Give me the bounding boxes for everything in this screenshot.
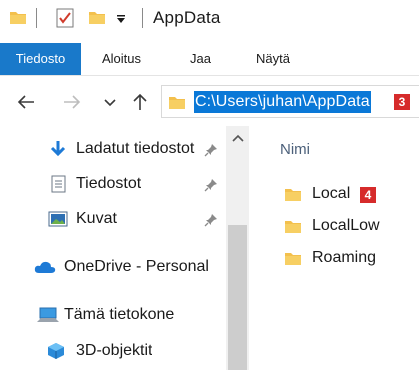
folder-icon bbox=[285, 253, 301, 265]
file-name: LocalLow bbox=[312, 217, 380, 234]
sidebar-item-this-pc[interactable]: Tämä tietokone bbox=[0, 300, 226, 330]
documents-icon bbox=[51, 175, 66, 193]
folder-icon bbox=[285, 221, 301, 233]
onedrive-cloud-icon bbox=[34, 261, 56, 273]
address-path[interactable]: C:\Users\juhan\AppData bbox=[194, 91, 371, 113]
title-bar: AppData bbox=[0, 0, 419, 38]
list-item[interactable]: Local 4 bbox=[280, 182, 419, 208]
annotation-badge: 3 bbox=[394, 94, 410, 110]
sidebar-item-label: Kuvat bbox=[76, 210, 117, 227]
3d-objects-icon bbox=[48, 343, 64, 359]
back-arrow-icon[interactable] bbox=[14, 90, 38, 114]
tab-share[interactable]: Jaa bbox=[180, 43, 221, 75]
sidebar-item-documents[interactable]: Tiedostot bbox=[0, 169, 226, 199]
pin-icon[interactable] bbox=[204, 178, 218, 192]
annotation-badge: 4 bbox=[360, 187, 376, 203]
sidebar-item-label: OneDrive - Personal bbox=[64, 258, 209, 275]
computer-icon bbox=[37, 307, 59, 322]
file-list: Nimi Local 4 LocalLow Roaming bbox=[250, 126, 419, 370]
toolbar-separator bbox=[36, 8, 37, 28]
customize-toolbar-icon[interactable] bbox=[115, 13, 127, 25]
sidebar-scrollbar[interactable] bbox=[226, 126, 249, 370]
forward-arrow-icon[interactable] bbox=[60, 90, 84, 114]
file-name: Roaming bbox=[312, 249, 377, 266]
sidebar-item-3d-objects[interactable]: 3D-objektit bbox=[0, 336, 226, 366]
window-title: AppData bbox=[153, 8, 221, 27]
sidebar-item-downloads[interactable]: Ladatut tiedostot bbox=[0, 134, 226, 164]
folder-icon bbox=[285, 189, 301, 201]
chevron-up-icon[interactable] bbox=[232, 133, 244, 143]
navigation-pane: Ladatut tiedostot Tiedostot Kuvat OneDri… bbox=[0, 126, 250, 370]
tab-view[interactable]: Näytä bbox=[246, 43, 300, 75]
properties-icon[interactable] bbox=[56, 8, 74, 28]
download-arrow-icon bbox=[50, 141, 66, 157]
pin-icon[interactable] bbox=[204, 143, 218, 157]
tab-file[interactable]: Tiedosto bbox=[0, 43, 81, 75]
new-folder-icon[interactable] bbox=[88, 9, 106, 25]
tab-home[interactable]: Aloitus bbox=[92, 43, 151, 75]
sidebar-item-onedrive[interactable]: OneDrive - Personal bbox=[0, 252, 226, 282]
toolbar-separator bbox=[142, 8, 143, 28]
pin-icon[interactable] bbox=[204, 213, 218, 227]
up-arrow-icon[interactable] bbox=[128, 90, 152, 114]
sidebar-item-label: Tiedostot bbox=[76, 175, 142, 192]
navigation-bar: C:\Users\juhan\AppData 3 bbox=[0, 84, 419, 120]
sidebar-item-pictures[interactable]: Kuvat bbox=[0, 204, 226, 234]
recent-locations-chevron-icon[interactable] bbox=[98, 90, 122, 114]
file-name: Local bbox=[312, 185, 351, 202]
sidebar-item-label: Tämä tietokone bbox=[64, 306, 175, 323]
folder-icon bbox=[169, 97, 185, 109]
list-item[interactable]: LocalLow bbox=[280, 214, 419, 240]
ribbon-tabs: Tiedosto Aloitus Jaa Näytä bbox=[0, 43, 419, 75]
sidebar-item-label: Ladatut tiedostot bbox=[76, 140, 195, 157]
sidebar-item-label: 3D-objektit bbox=[76, 342, 153, 359]
scrollbar-thumb[interactable] bbox=[228, 225, 247, 370]
address-bar[interactable]: C:\Users\juhan\AppData 3 bbox=[161, 85, 419, 118]
column-header-name[interactable]: Nimi bbox=[280, 141, 310, 158]
ribbon-divider bbox=[0, 75, 419, 76]
folder-icon[interactable] bbox=[9, 9, 27, 25]
pictures-icon bbox=[48, 211, 68, 227]
list-item[interactable]: Roaming bbox=[280, 246, 419, 272]
